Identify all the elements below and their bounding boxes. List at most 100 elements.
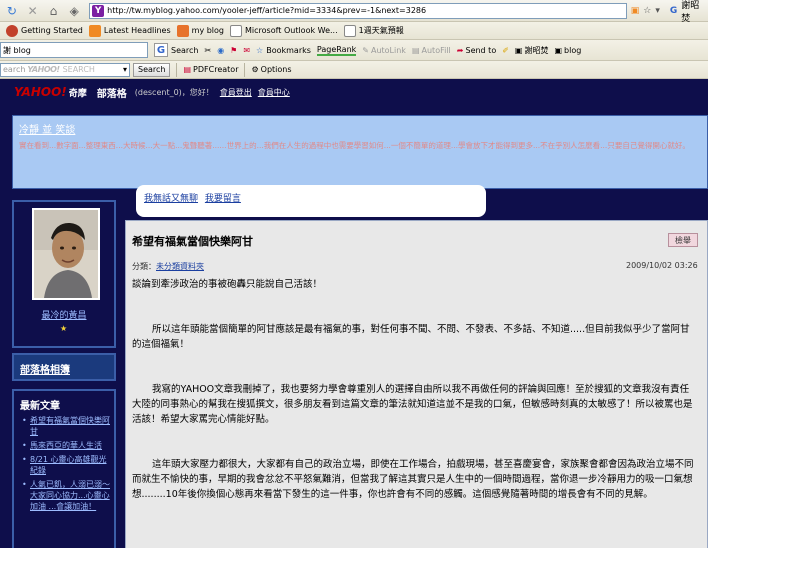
gear-icon: ⚙: [251, 65, 259, 74]
pdfcreator-button[interactable]: ▤ PDFCreator: [183, 65, 238, 74]
bookmark-label: 1週天氣預報: [358, 26, 404, 35]
bookmark-getting-started[interactable]: Getting Started: [6, 24, 83, 37]
bookmark-weather[interactable]: 1週天氣預報: [343, 24, 404, 37]
pencil-icon[interactable]: ✐: [502, 46, 509, 55]
pdfcreator-label: PDFCreator: [193, 65, 239, 74]
article: 希望有福氣當個快樂阿甘 檢舉 分類：未分類資料夾 2009/10/02 03:2…: [125, 220, 708, 548]
home-icon[interactable]: ⌂: [45, 2, 63, 20]
extension-icon[interactable]: ◈: [65, 2, 83, 20]
recent-post-link[interactable]: 希望有福氣當個快樂阿甘: [30, 416, 110, 436]
report-button[interactable]: 檢舉: [668, 233, 698, 247]
yahoo-prefix: earch: [3, 65, 26, 74]
avatar-photo: [34, 210, 98, 298]
yahoo-search-button[interactable]: Search: [133, 62, 171, 77]
list-item[interactable]: 馬來西亞的華人生活: [22, 440, 112, 451]
article-title: 希望有福氣當個快樂阿甘: [132, 235, 253, 248]
blog-page: YAHOO! 奇摩 部落格 (descent_0)，您好！ 會員登出 會員中心 …: [0, 79, 708, 548]
reload-icon[interactable]: ↻: [3, 2, 21, 20]
yahoo-placeholder: SEARCH: [62, 65, 95, 74]
firefox-icon: [6, 24, 18, 37]
star-icon: ☆: [256, 45, 264, 55]
google-search-label: Search: [171, 45, 199, 55]
globe-icon[interactable]: ◉: [217, 46, 224, 55]
star-icon[interactable]: ☆: [643, 6, 651, 16]
pagerank-indicator: PageRank: [316, 44, 357, 56]
google-search-value: 謝 blog: [3, 45, 31, 55]
user-greeting: (descent_0)，您好！: [134, 87, 214, 97]
yahoo-search-input[interactable]: earch YAHOO! SEARCH ▾: [0, 62, 130, 77]
bookmark-latest-headlines[interactable]: Latest Headlines: [88, 24, 171, 37]
article-paragraph: 這年頭大家壓力都很大，大家都有自己的政治立場，即使在工作場合，拍戲現場，甚至喜慶…: [132, 459, 694, 500]
yahoo-logo: YAHOO!: [27, 65, 60, 74]
google-icon[interactable]: G: [670, 6, 677, 16]
member-center-link[interactable]: 會員中心: [258, 87, 290, 98]
toolbar-separator: [176, 62, 178, 77]
pdf-icon: ▤: [183, 65, 192, 74]
options-button[interactable]: ⚙ Options: [251, 65, 291, 74]
translate-icon[interactable]: ⚑: [230, 46, 237, 55]
bookmark-label: my blog: [191, 26, 224, 35]
sendto-button[interactable]: ➦ Send to: [457, 46, 496, 55]
list-item[interactable]: 8/21 心靈心高雄觀光紀錄: [22, 454, 112, 476]
album-box[interactable]: 部落格相簿: [12, 353, 116, 381]
site-name[interactable]: 部落格: [97, 85, 127, 100]
browser-window: ↻ ✕ ⌂ ◈ Y http://tw.myblog.yahoo.com/yoo…: [0, 0, 708, 548]
google-search-field[interactable]: 謝 blog: [0, 42, 148, 58]
rss-feed-icon: [88, 24, 101, 37]
logout-link[interactable]: 會員登出: [220, 87, 252, 98]
google-toolbar: 謝 blog G Search ✂ ◉ ⚑ ✉ ☆ Bookmarks Page…: [0, 40, 708, 61]
article-paragraph: 談論到牽涉政治的事被砲轟只能說自己活該！: [132, 279, 323, 290]
google-g-icon: G: [154, 43, 168, 57]
category-link[interactable]: 未分類資料夾: [156, 262, 204, 271]
recent-post-link[interactable]: 人氣已飢，人溺已溺～大家同心協力...心靈心加油 ...會讓加油！: [30, 480, 110, 511]
bookmark-outlook[interactable]: Microsoft Outlook We...: [230, 24, 338, 37]
report-label: 檢舉: [675, 235, 691, 245]
bookmark-label: Getting Started: [21, 26, 83, 35]
leave-comment-link[interactable]: 我要留言: [205, 194, 241, 204]
mail-icon[interactable]: ✉: [243, 46, 250, 55]
yahoo-site-logo[interactable]: YAHOO!: [14, 85, 67, 99]
autolink-button[interactable]: ✎ AutoLink: [362, 46, 406, 55]
list-item[interactable]: 希望有福氣當個快樂阿甘: [22, 415, 112, 437]
toolbar-separator: [244, 62, 246, 77]
navigation-toolbar: ↻ ✕ ⌂ ◈ Y http://tw.myblog.yahoo.com/yoo…: [0, 0, 708, 24]
stop-icon[interactable]: ✕: [24, 2, 42, 20]
list-item[interactable]: 人氣已飢，人溺已溺～大家同心協力...心靈心加油 ...會讓加油！: [22, 479, 112, 512]
google-search-button[interactable]: G Search: [154, 43, 198, 57]
recent-posts-list: 希望有福氣當個快樂阿甘 馬來西亞的華人生活 8/21 心靈心高雄觀光紀錄 人氣已…: [22, 415, 112, 515]
user-label: 謝昭焚: [524, 45, 549, 55]
pagerank-label: PageRank: [316, 44, 357, 56]
recent-posts-box: 最新文章 希望有福氣當個快樂阿甘 馬來西亞的華人生活 8/21 心靈心高雄觀光紀…: [12, 389, 116, 548]
autofill-button[interactable]: ▤ AutoFill: [412, 46, 451, 55]
recent-posts-title: 最新文章: [20, 401, 60, 412]
article-category: 分類：未分類資料夾: [132, 261, 204, 272]
blog-title[interactable]: 冷靜 並 笑談: [19, 121, 701, 136]
dropdown-icon[interactable]: ▾: [123, 65, 127, 74]
category-label: 分類：: [132, 262, 156, 271]
profile-name[interactable]: 最冷的黃昌: [14, 308, 114, 321]
member-badge-icon: ★: [60, 324, 68, 333]
user-button[interactable]: ▣ 謝昭焚: [515, 45, 549, 56]
article-paragraph: 所以這年頭能當個簡單的阿甘應該是最有福氣的事，對任何事不聞、不問、不發表、不多話…: [132, 324, 690, 350]
blog-button[interactable]: ▣ blog: [554, 46, 581, 55]
rss-icon[interactable]: ▣: [631, 6, 640, 16]
album-link[interactable]: 部落格相簿: [20, 361, 70, 376]
article-paragraph: 我寫的YAHOO文章我刪掉了，我也要努力學會尊重別人的選擇自由所以我不再做任何的…: [132, 384, 693, 425]
bookmark-label: Microsoft Outlook We...: [245, 26, 338, 35]
avatar[interactable]: [32, 208, 100, 300]
popup-blocker-icon[interactable]: ✂: [204, 46, 211, 55]
address-bar[interactable]: Y http://tw.myblog.yahoo.com/yooler-jeff…: [89, 2, 627, 19]
site-header: YAHOO! 奇摩 部落格 (descent_0)，您好！ 會員登出 會員中心: [0, 79, 708, 105]
dropdown-icon[interactable]: ▾: [655, 6, 660, 16]
recent-post-link[interactable]: 馬來西亞的華人生活: [30, 441, 102, 450]
bookmarks-button[interactable]: ☆ Bookmarks: [256, 46, 311, 55]
autolink-icon: ✎: [362, 45, 369, 55]
bubble-text-link[interactable]: 我無話又無聊: [144, 194, 198, 204]
blog-description: 實在看到...數字面...整理東西...大時候...大一點...鬼聲聽著....…: [19, 141, 690, 150]
recent-post-link[interactable]: 8/21 心靈心高雄觀光紀錄: [30, 455, 107, 475]
blog-icon: [176, 24, 189, 37]
bookmark-my-blog[interactable]: my blog: [176, 24, 224, 37]
article-body: 談論到牽涉政治的事被砲轟只能說自己活該！ 所以這年頭能當個簡單的阿甘應該是最有福…: [132, 277, 698, 517]
comment-bubble: 我無話又無聊 我要留言: [136, 185, 486, 217]
yahoo-site-logo-sub: 奇摩: [68, 88, 87, 99]
